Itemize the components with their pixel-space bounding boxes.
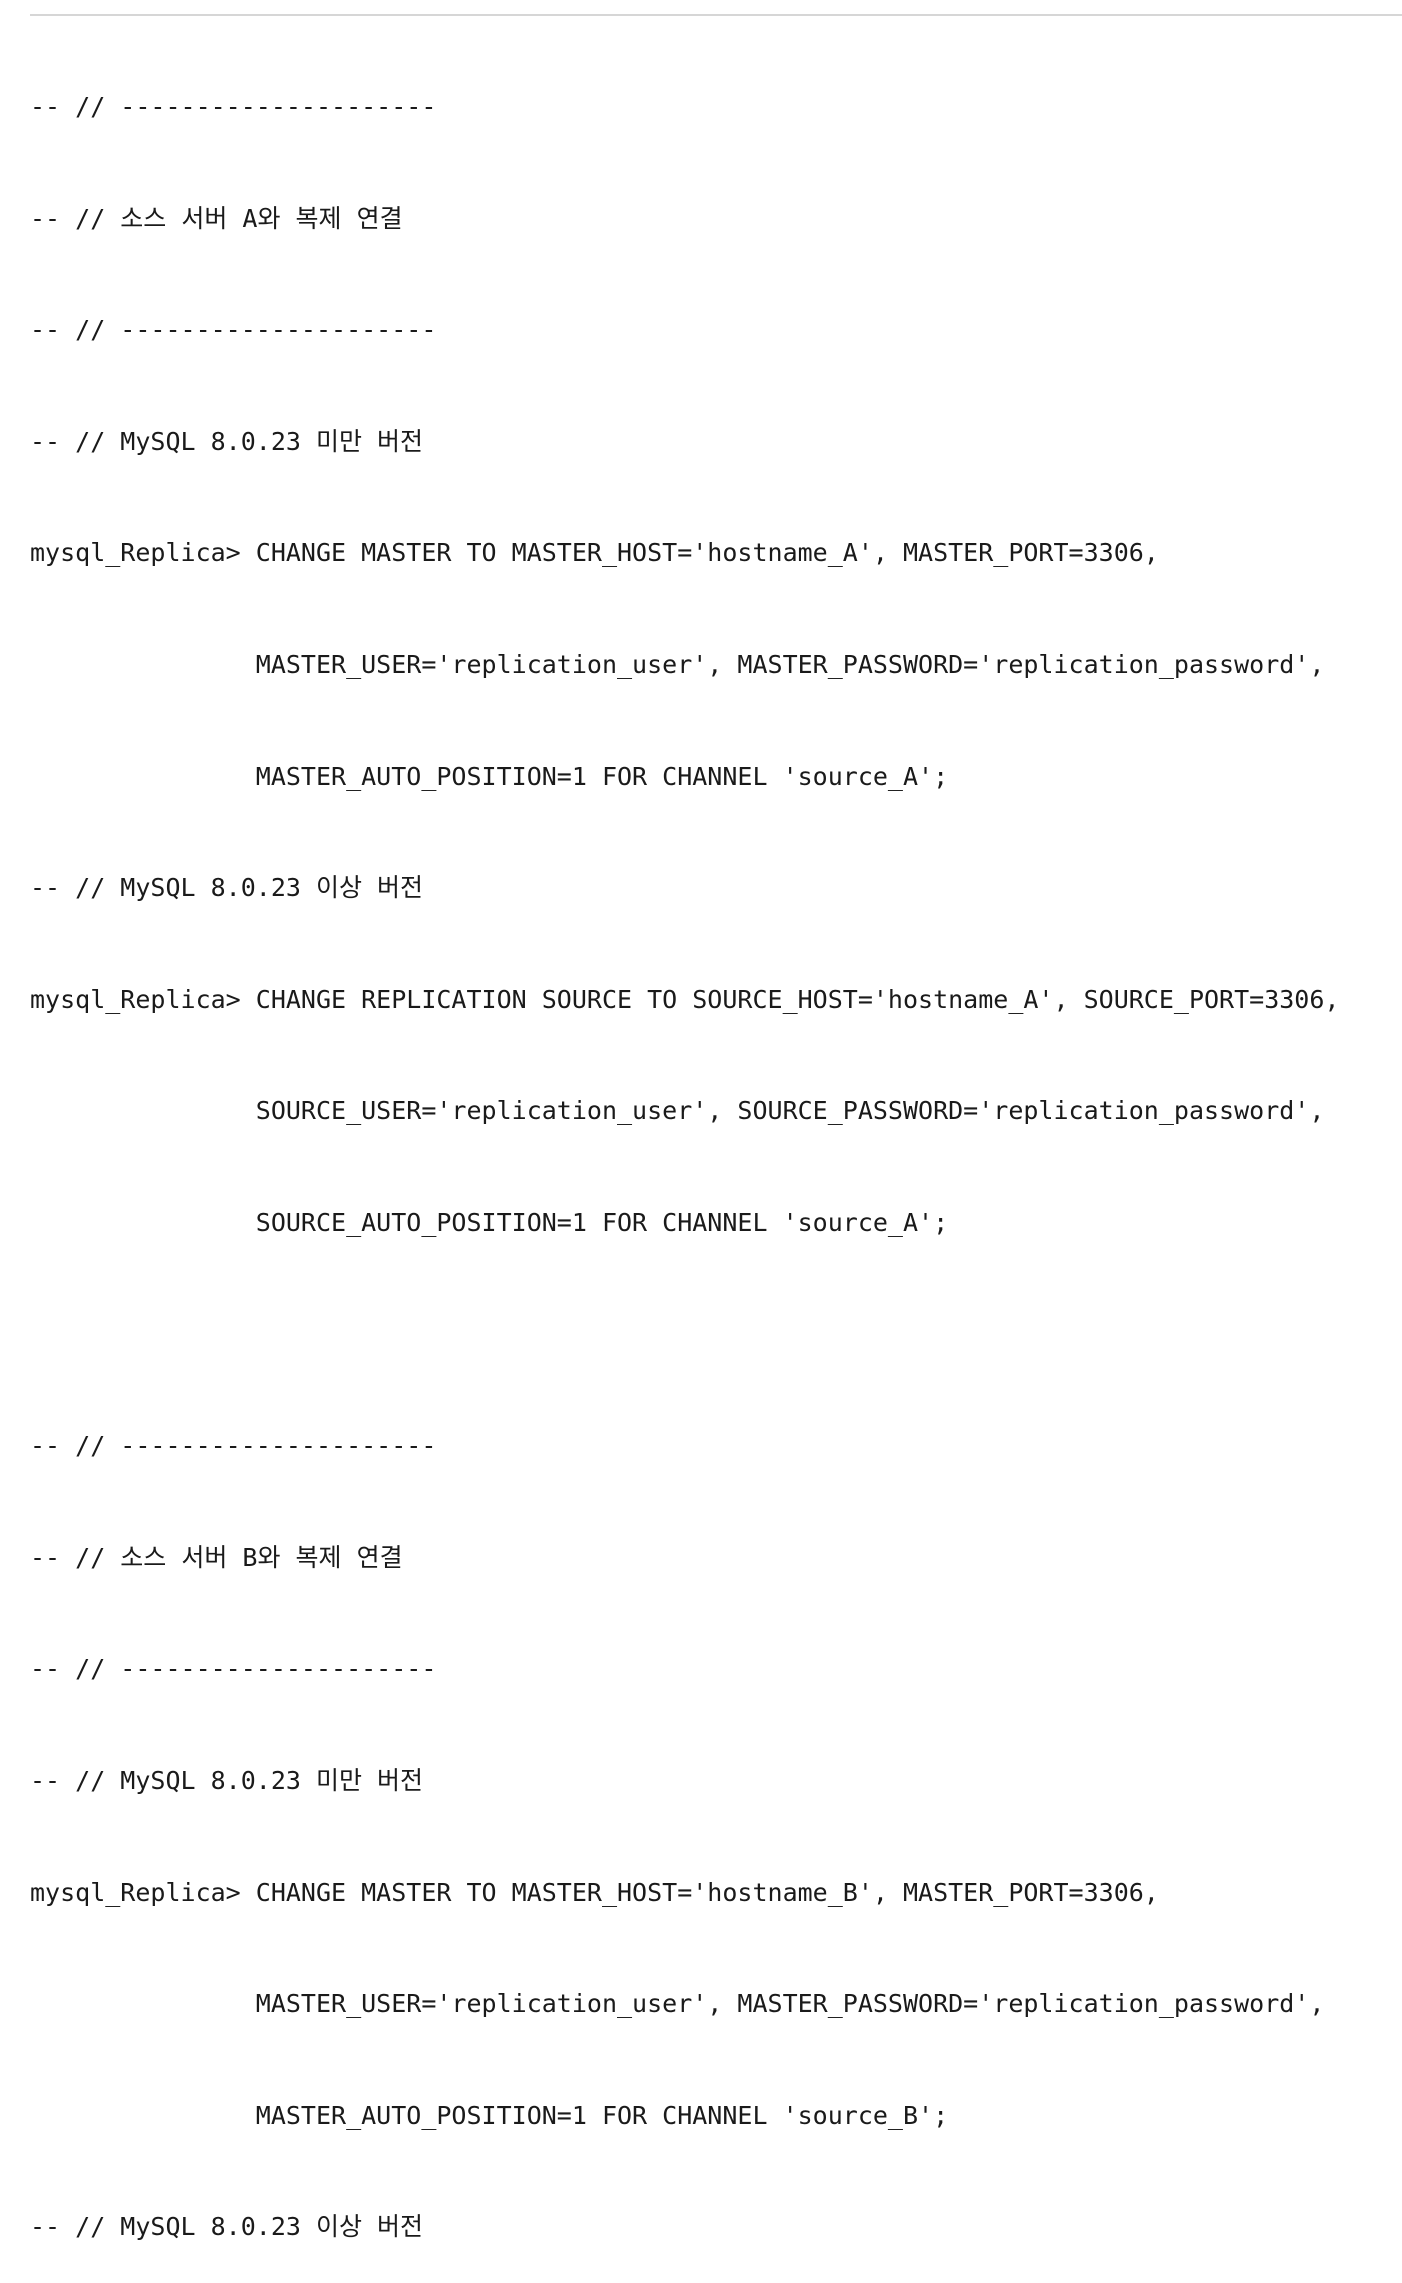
top-divider xyxy=(30,14,1402,16)
code-line-6: MASTER_USER='replication_user', MASTER_P… xyxy=(30,649,1325,679)
code-line-1: -- // --------------------- xyxy=(30,92,437,121)
code-line-17: mysql_Replica> CHANGE MASTER TO MASTER_H… xyxy=(30,1877,1159,1907)
code-line-15: -- // --------------------- xyxy=(30,1654,437,1684)
code-line-4: -- // MySQL 8.0.23 미만 버전 xyxy=(30,426,424,456)
code-line-20: -- // MySQL 8.0.23 이상 버전 xyxy=(30,2212,424,2242)
code-line-2: -- // 소스 서버 A와 복제 연결 xyxy=(30,203,403,233)
code-line-19: MASTER_AUTO_POSITION=1 FOR CHANNEL 'sour… xyxy=(30,2100,949,2130)
code-line-9: mysql_Replica> CHANGE REPLICATION SOURCE… xyxy=(30,984,1340,1014)
code-line-16: -- // MySQL 8.0.23 미만 버전 xyxy=(30,1765,424,1795)
code-line-8: -- // MySQL 8.0.23 이상 버전 xyxy=(30,873,424,903)
code-line-11: SOURCE_AUTO_POSITION=1 FOR CHANNEL 'sour… xyxy=(30,1207,949,1237)
code-line-18: MASTER_USER='replication_user', MASTER_P… xyxy=(30,1989,1325,2019)
code-line-14: -- // 소스 서버 B와 복제 연결 xyxy=(30,1542,403,1572)
code-line-13: -- // --------------------- xyxy=(30,1431,437,1461)
code-line-10: SOURCE_USER='replication_user', SOURCE_P… xyxy=(30,1096,1325,1126)
code-block: -- // --------------------- -- // 소스 서버 … xyxy=(30,22,1339,2283)
code-line-5: mysql_Replica> CHANGE MASTER TO MASTER_H… xyxy=(30,538,1159,568)
code-line-7: MASTER_AUTO_POSITION=1 FOR CHANNEL 'sour… xyxy=(30,761,949,791)
code-line-3: -- // --------------------- xyxy=(30,315,437,345)
